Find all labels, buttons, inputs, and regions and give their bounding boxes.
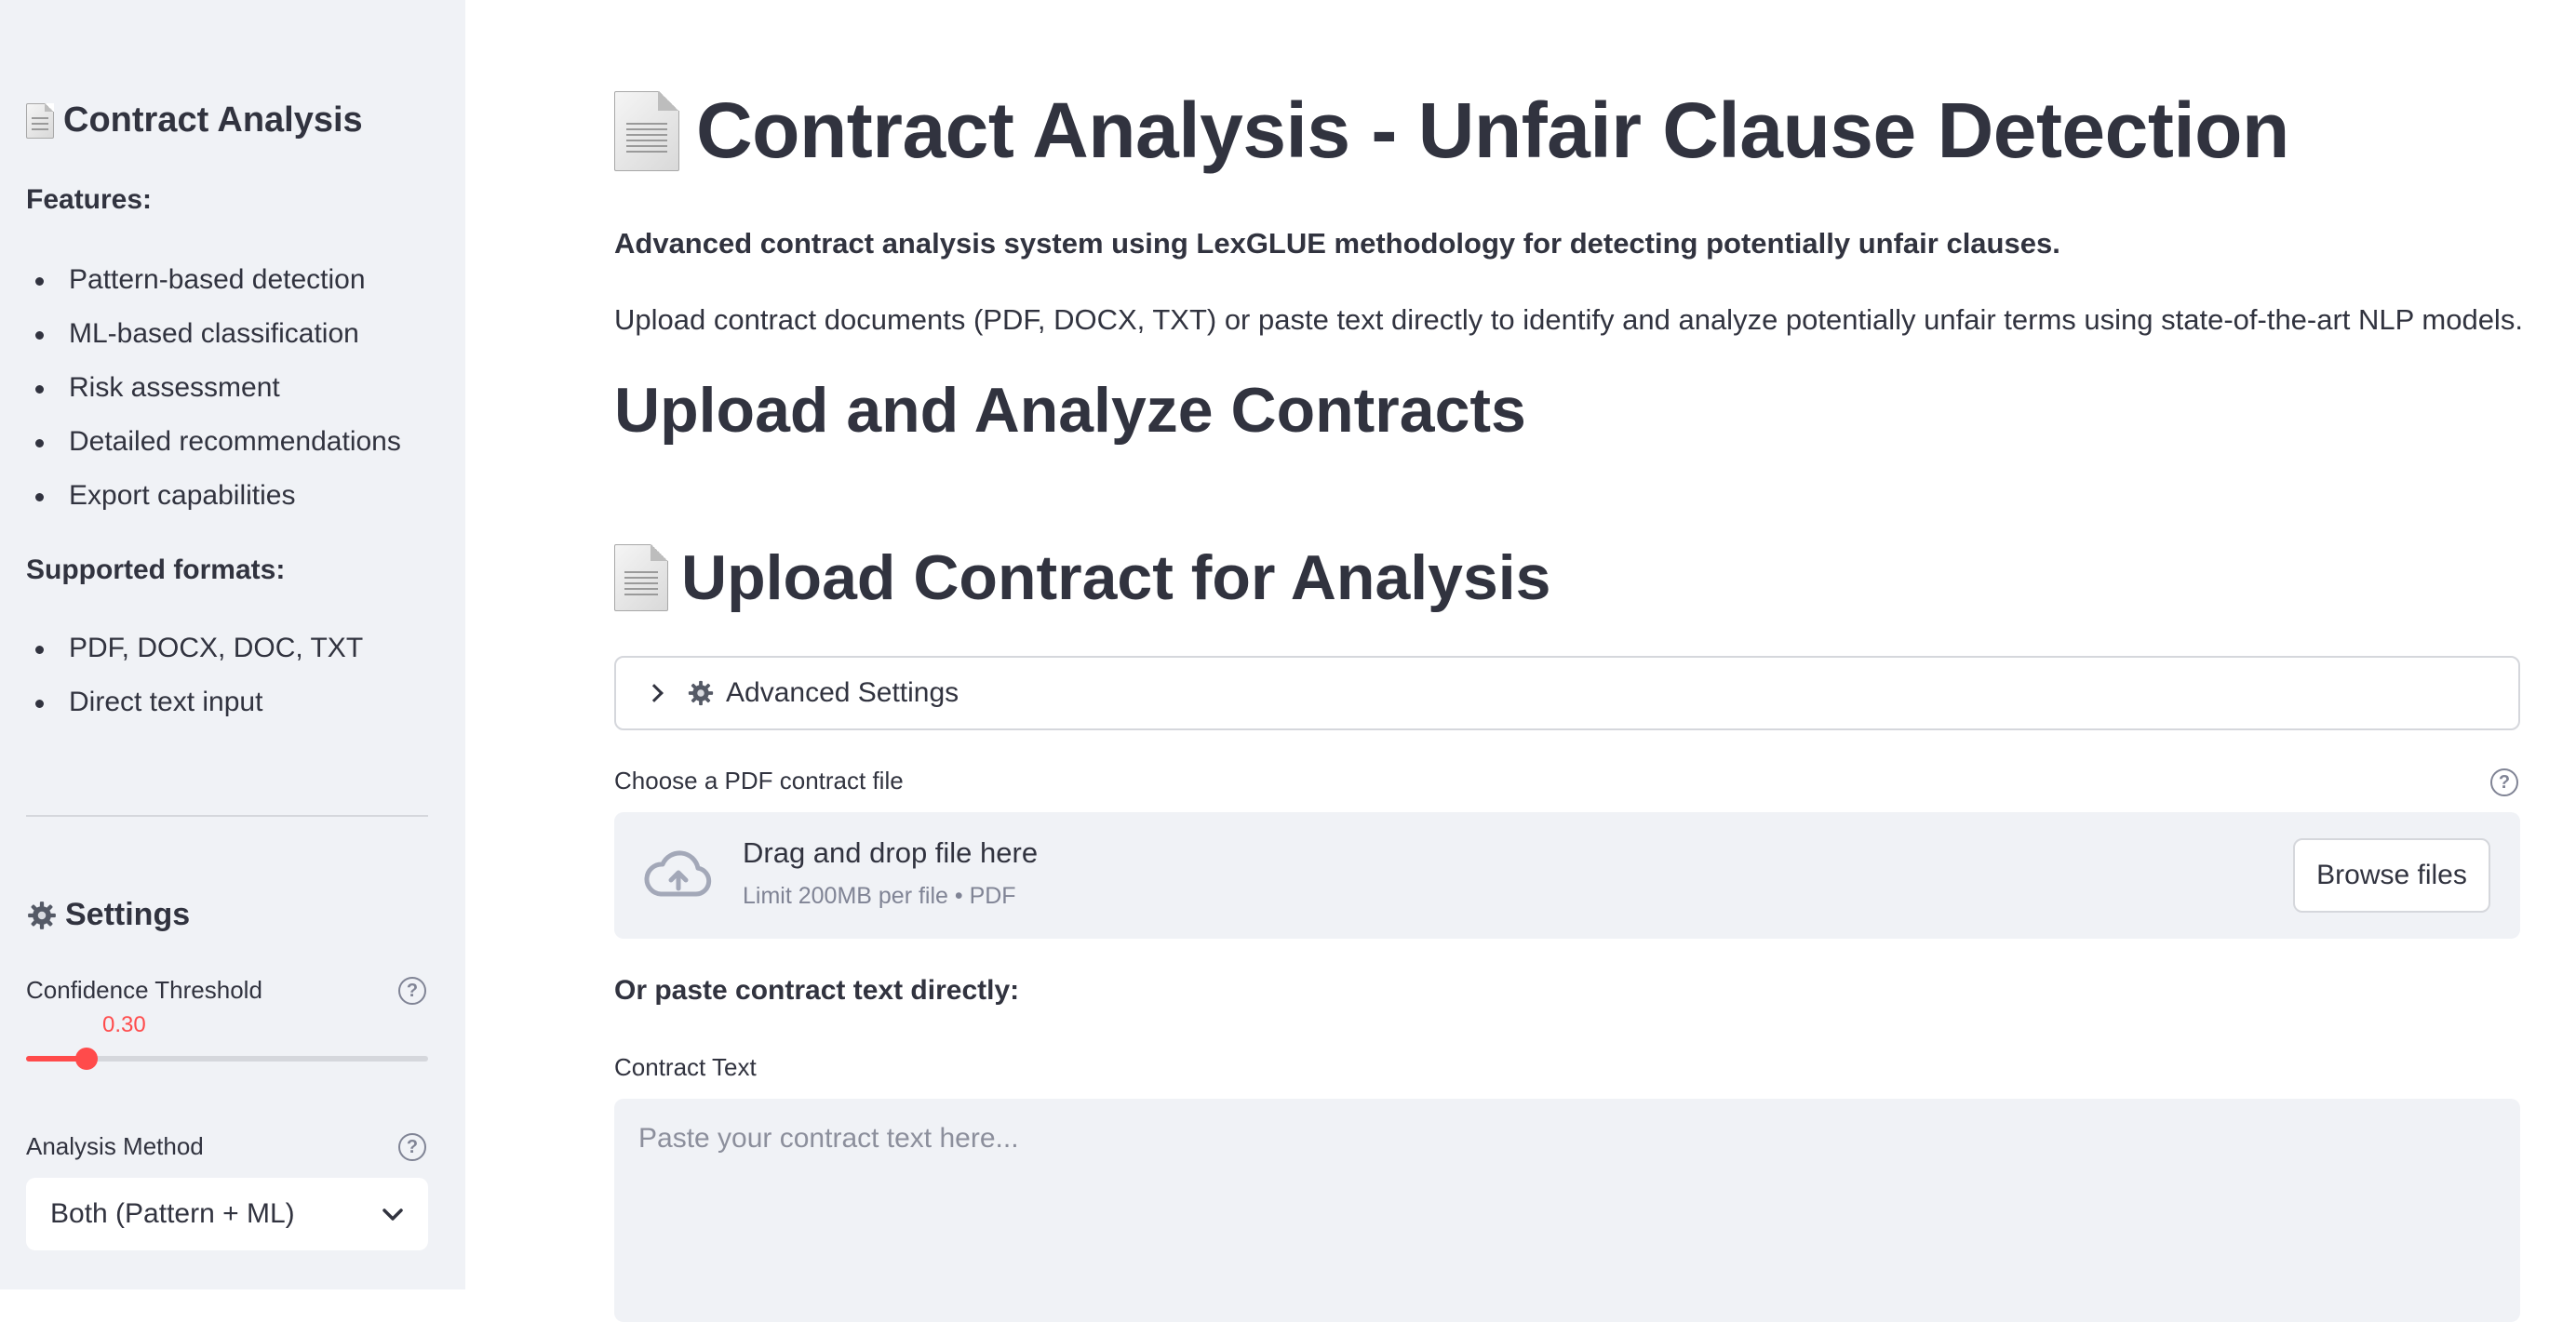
analysis-method-label: Analysis Method: [26, 1132, 204, 1160]
list-item: Risk assessment: [26, 361, 401, 415]
cloud-upload-icon: [640, 846, 715, 910]
intro-bold-text: Advanced contract analysis system using …: [614, 227, 2060, 260]
page-title-text: Contract Analysis - Unfair Clause Detect…: [696, 87, 2289, 174]
analysis-method-select[interactable]: Both (Pattern + ML): [26, 1178, 428, 1250]
confidence-value: 0.30: [102, 1012, 146, 1037]
confidence-label: Confidence Threshold: [26, 976, 262, 1004]
upload-heading-text: Upload Contract for Analysis: [681, 542, 1551, 613]
advanced-settings-expander[interactable]: Advanced Settings: [614, 656, 2520, 730]
list-item: Export capabilities: [26, 469, 401, 523]
contract-text-area[interactable]: [614, 1099, 2520, 1322]
sidebar-title-text: Contract Analysis: [63, 100, 363, 140]
document-icon: [26, 102, 55, 139]
analysis-method-value: Both (Pattern + ML): [50, 1198, 295, 1229]
upload-heading: Upload Contract for Analysis: [614, 541, 1551, 614]
sidebar: Contract Analysis Features: Pattern-base…: [0, 0, 465, 1289]
gear-icon: [26, 900, 58, 931]
settings-title-text: Settings: [65, 897, 191, 932]
list-item: Direct text input: [26, 675, 363, 729]
section-heading: Upload and Analyze Contracts: [614, 375, 1526, 446]
contract-text-label: Contract Text: [614, 1053, 757, 1081]
list-item: Detailed recommendations: [26, 415, 401, 469]
chevron-right-icon: [645, 684, 664, 702]
confidence-slider[interactable]: [26, 1048, 428, 1070]
features-heading: Features:: [26, 184, 153, 215]
document-icon: [614, 90, 679, 171]
features-list: Pattern-based detection ML-based classif…: [26, 253, 401, 523]
paste-text-heading: Or paste contract text directly:: [614, 975, 1020, 1006]
file-dropzone[interactable]: Drag and drop file here Limit 200MB per …: [614, 812, 2520, 939]
help-icon[interactable]: ?: [2490, 768, 2518, 796]
page-title: Contract Analysis - Unfair Clause Detect…: [614, 86, 2289, 176]
chevron-down-icon: [382, 1198, 404, 1230]
document-icon: [614, 544, 668, 611]
sidebar-divider: [26, 815, 428, 817]
help-icon[interactable]: ?: [398, 1133, 426, 1161]
help-icon[interactable]: ?: [398, 977, 426, 1005]
dropzone-limit: Limit 200MB per file • PDF: [743, 883, 1016, 909]
intro-text: Upload contract documents (PDF, DOCX, TX…: [614, 303, 2523, 336]
uploader-label: Choose a PDF contract file: [614, 767, 904, 795]
formats-list: PDF, DOCX, DOC, TXT Direct text input: [26, 621, 363, 729]
settings-heading: Settings: [26, 897, 190, 933]
list-item: ML-based classification: [26, 307, 401, 361]
formats-heading: Supported formats:: [26, 554, 286, 585]
gear-icon: [687, 679, 715, 707]
browse-files-button[interactable]: Browse files: [2293, 838, 2490, 913]
list-item: PDF, DOCX, DOC, TXT: [26, 621, 363, 675]
sidebar-title: Contract Analysis: [26, 100, 363, 140]
main-content: Contract Analysis - Unfair Clause Detect…: [465, 0, 2576, 1322]
slider-thumb[interactable]: [74, 1048, 98, 1070]
dropzone-instructions: Drag and drop file here: [743, 836, 1039, 869]
list-item: Pattern-based detection: [26, 253, 401, 307]
advanced-settings-label: Advanced Settings: [726, 677, 959, 708]
